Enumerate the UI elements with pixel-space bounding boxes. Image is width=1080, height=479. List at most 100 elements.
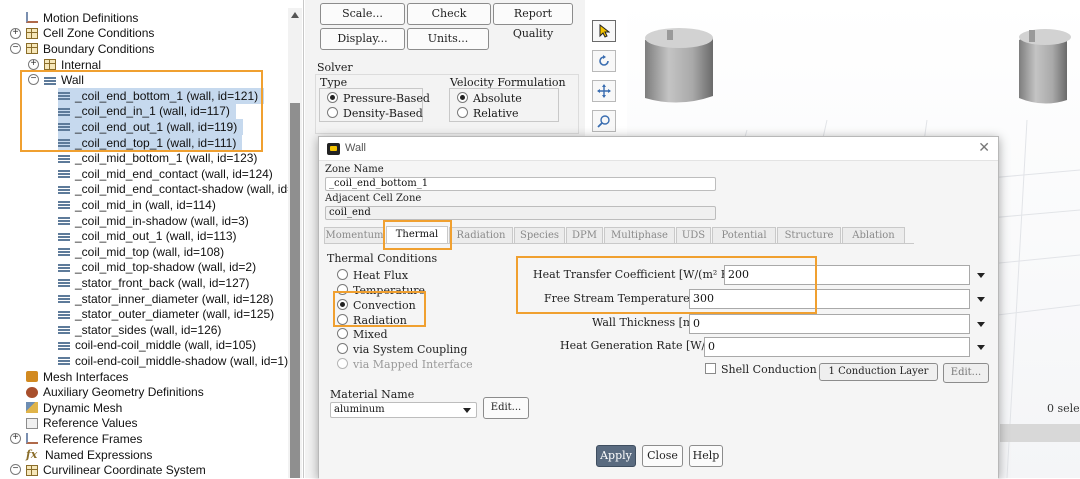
tree-item[interactable]: Boundary Conditions — [26, 41, 154, 57]
tree-item[interactable]: _coil_end_top_1 (wall, id=111) — [58, 134, 243, 151]
tree-item[interactable]: _coil_mid_out_1 (wall, id=113) — [58, 228, 237, 244]
thermal-option-temperature[interactable]: Temperature — [337, 284, 425, 297]
tree-item[interactable]: Mesh Interfaces — [26, 369, 128, 385]
tree-item[interactable]: _coil_mid_top-shadow (wall, id=2) — [58, 260, 256, 276]
check-button[interactable]: Check — [407, 3, 491, 25]
thermal-option-radiation[interactable]: Radiation — [337, 314, 407, 327]
zone-name-field[interactable]: _coil_end_bottom_1 — [325, 177, 716, 191]
tab-ablation[interactable]: Ablation — [842, 227, 905, 243]
display-button[interactable]: Display... — [320, 28, 405, 50]
scroll-up-icon[interactable] — [291, 12, 299, 18]
htc-input[interactable]: 200 — [724, 265, 970, 285]
tab-structure[interactable]: Structure — [777, 227, 841, 243]
heat-generation-dropdown-icon[interactable] — [977, 345, 985, 350]
radio-radiation[interactable] — [337, 314, 348, 325]
tab-multiphase[interactable]: Multiphase — [604, 227, 675, 243]
tab-radiation[interactable]: Radiation — [449, 227, 513, 243]
apply-button[interactable]: Apply — [596, 445, 636, 467]
units-button[interactable]: Units... — [407, 28, 489, 50]
wall-thickness-dropdown-icon[interactable] — [977, 322, 985, 327]
radio-density-based[interactable] — [327, 107, 338, 118]
free-stream-temp-input[interactable]: 300 — [689, 289, 970, 309]
select-pointer-icon[interactable] — [592, 20, 616, 42]
thermal-option-convection[interactable]: Convection — [337, 299, 416, 312]
tree-item[interactable]: Curvilinear Coordinate System — [26, 462, 206, 478]
tree-item[interactable]: _coil_mid_in-shadow (wall, id=3) — [58, 213, 249, 229]
radio-absolute[interactable] — [457, 92, 468, 103]
tab-momentum[interactable]: Momentum — [324, 227, 385, 243]
collapse-icon[interactable]: − — [28, 74, 39, 86]
close-button[interactable]: Close — [642, 445, 683, 467]
report-quality-button[interactable]: Report Quality — [493, 3, 573, 40]
expand-icon[interactable]: + — [28, 58, 39, 70]
material-dropdown-icon[interactable] — [463, 408, 471, 413]
collapse-icon[interactable]: − — [10, 43, 21, 55]
velocity-option-relative[interactable]: Relative — [457, 107, 519, 120]
tree-item[interactable]: Dynamic Mesh — [26, 400, 122, 416]
tree-item[interactable]: _coil_end_out_1 (wall, id=119) — [58, 119, 244, 135]
zone-icon — [58, 152, 70, 164]
radio-pressure-based[interactable] — [327, 92, 338, 103]
tree-item[interactable]: Internal — [44, 57, 101, 73]
tree-item[interactable]: _coil_mid_bottom_1 (wall, id=123) — [58, 150, 257, 166]
shell-conduction-checkbox[interactable]: Shell Conduction — [705, 363, 817, 376]
tree-scrollbar[interactable] — [288, 8, 302, 478]
radio-system-coupling[interactable] — [337, 343, 348, 354]
type-option-density[interactable]: Density-Based — [327, 107, 423, 120]
tree-item[interactable]: coil-end-coil_middle (wall, id=105) — [58, 338, 256, 354]
tab-potential[interactable]: Potential — [712, 227, 776, 243]
tree-item[interactable]: _stator_outer_diameter (wall, id=125) — [58, 306, 274, 322]
zoom-icon[interactable] — [592, 110, 616, 132]
radio-convection[interactable] — [337, 299, 348, 310]
tree-item[interactable]: _stator_sides (wall, id=126) — [58, 322, 221, 338]
thermal-option-mixed[interactable]: Mixed — [337, 328, 388, 341]
radio-heat-flux[interactable] — [337, 269, 348, 280]
heat-generation-input[interactable]: 0 — [704, 337, 970, 357]
radio-relative[interactable] — [457, 107, 468, 118]
htc-dropdown-icon[interactable] — [977, 273, 985, 278]
tree-item[interactable]: _coil_mid_end_contact (wall, id=124) — [58, 166, 273, 182]
expand-icon[interactable]: + — [10, 433, 21, 445]
tree-item[interactable]: Cell Zone Conditions — [26, 26, 154, 42]
tree-item[interactable]: coil-end-coil_middle-shadow (wall, id=1) — [58, 353, 288, 369]
rotate-icon[interactable] — [592, 50, 616, 72]
tree-item[interactable]: Reference Values — [26, 416, 138, 432]
tab-species[interactable]: Species — [514, 227, 565, 243]
close-icon[interactable]: ✕ — [978, 139, 990, 156]
tree-item[interactable]: _coil_mid_in (wall, id=114) — [58, 197, 216, 213]
pan-icon[interactable] — [592, 80, 616, 102]
tree-item[interactable]: _coil_mid_end_contact-shadow (wall, id=4 — [58, 182, 301, 198]
help-button[interactable]: Help — [689, 445, 723, 467]
tree-item[interactable]: fx Named Expressions — [26, 447, 152, 463]
type-option-label: Pressure-Based — [343, 92, 430, 105]
thermal-option-system-coupling[interactable]: via System Coupling — [337, 343, 467, 356]
velocity-option-absolute[interactable]: Absolute — [457, 92, 522, 105]
tree-item[interactable]: _coil_end_in_1 (wall, id=117) — [58, 103, 236, 120]
thermal-option-heat-flux[interactable]: Heat Flux — [337, 269, 408, 282]
tab-thermal[interactable]: Thermal — [386, 226, 448, 244]
tree-item[interactable]: _coil_end_bottom_1 (wall, id=121) — [58, 88, 265, 104]
material-select[interactable]: aluminum — [330, 402, 477, 418]
wall-thickness-input[interactable]: 0 — [689, 314, 970, 334]
tree-item[interactable]: Reference Frames — [26, 431, 142, 447]
dialog-title-bar[interactable]: Wall ✕ — [319, 137, 998, 161]
tree-item[interactable]: _stator_front_back (wall, id=127) — [58, 275, 249, 291]
tab-dpm[interactable]: DPM — [566, 227, 603, 243]
collapse-icon[interactable]: − — [10, 464, 21, 476]
shell-conduction-check[interactable] — [705, 363, 716, 374]
tab-uds[interactable]: UDS — [676, 227, 711, 243]
tree-item[interactable]: _coil_mid_top (wall, id=108) — [58, 244, 224, 260]
scale-button[interactable]: Scale... — [320, 3, 405, 25]
material-edit-button[interactable]: Edit... — [483, 397, 529, 419]
scroll-thumb[interactable] — [290, 103, 300, 478]
tree-item[interactable]: Motion Definitions — [26, 10, 138, 26]
expand-icon[interactable]: + — [10, 27, 21, 39]
free-stream-temp-dropdown-icon[interactable] — [977, 297, 985, 302]
tree-item[interactable]: _stator_inner_diameter (wall, id=128) — [58, 291, 273, 307]
radio-mixed[interactable] — [337, 328, 348, 339]
radio-temperature[interactable] — [337, 284, 348, 295]
tree-item-label: coil-end-coil_middle (wall, id=105) — [75, 338, 257, 353]
tree-item[interactable]: Wall — [44, 72, 84, 88]
type-option-pressure[interactable]: Pressure-Based — [327, 92, 430, 105]
tree-item[interactable]: Auxiliary Geometry Definitions — [26, 384, 204, 400]
